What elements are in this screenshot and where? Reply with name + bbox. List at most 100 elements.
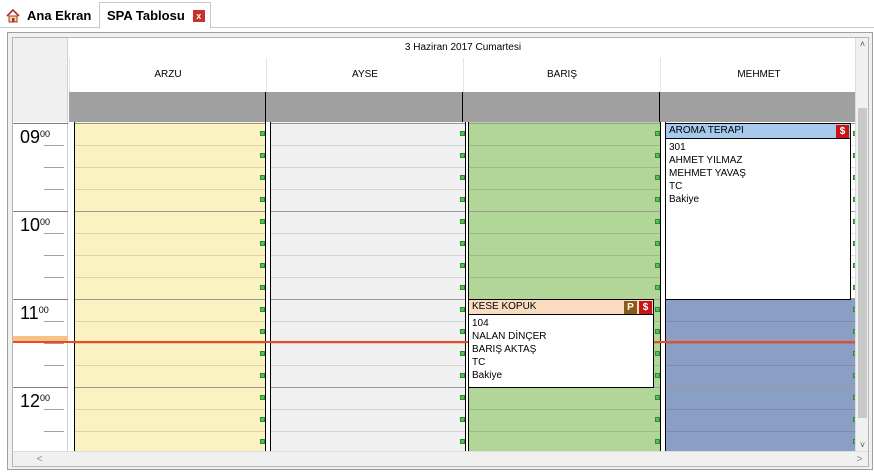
slot-available-indicator[interactable] bbox=[460, 197, 465, 202]
slot-available-indicator[interactable] bbox=[460, 263, 465, 268]
slot-available-indicator[interactable] bbox=[655, 439, 660, 444]
all-day-area-arzu[interactable] bbox=[69, 92, 266, 122]
horizontal-scrollbar[interactable]: < > bbox=[13, 451, 868, 466]
slot-available-indicator[interactable] bbox=[460, 351, 465, 356]
slot-available-indicator[interactable] bbox=[655, 153, 660, 158]
slot-line bbox=[75, 299, 265, 300]
slot-available-indicator[interactable] bbox=[260, 197, 265, 202]
close-tab-icon[interactable]: x bbox=[192, 9, 205, 22]
scroll-left-icon[interactable]: < bbox=[33, 453, 46, 466]
slot-available-indicator[interactable] bbox=[655, 373, 660, 378]
slot-available-indicator[interactable] bbox=[460, 395, 465, 400]
slot-available-indicator[interactable] bbox=[260, 153, 265, 158]
resource-header-mehmet[interactable]: MEHMET bbox=[660, 58, 857, 92]
slot-line bbox=[75, 277, 265, 278]
scroll-right-icon[interactable]: > bbox=[853, 453, 866, 466]
slot-line bbox=[75, 321, 265, 322]
date-title: 3 Haziran 2017 Cumartesi bbox=[404, 42, 522, 53]
slot-line bbox=[271, 255, 465, 256]
resource-header-ayse[interactable]: AYSE bbox=[266, 58, 463, 92]
tab-spa-tablosu-label: SPA Tablosu bbox=[107, 8, 185, 23]
header-corner bbox=[13, 38, 68, 122]
minute-label: 00 bbox=[40, 393, 51, 403]
quarter-tick bbox=[44, 321, 64, 322]
slot-line bbox=[75, 211, 265, 212]
slot-available-indicator[interactable] bbox=[460, 131, 465, 136]
slot-available-indicator[interactable] bbox=[460, 417, 465, 422]
hour-number: 12 bbox=[20, 391, 41, 411]
minute-label: 00 bbox=[40, 217, 51, 227]
all-day-area-baris[interactable] bbox=[463, 92, 660, 122]
quarter-tick bbox=[44, 431, 64, 432]
slot-available-indicator[interactable] bbox=[655, 307, 660, 312]
vertical-scrollbar[interactable]: ˄ ˅ bbox=[855, 38, 868, 452]
current-time-line bbox=[13, 341, 859, 343]
slot-available-indicator[interactable] bbox=[260, 241, 265, 246]
slot-line bbox=[666, 387, 858, 388]
slot-available-indicator[interactable] bbox=[655, 197, 660, 202]
resource-column-ayse[interactable] bbox=[270, 122, 466, 466]
payment-dollar-icon[interactable]: $ bbox=[639, 301, 652, 314]
vertical-scroll-thumb[interactable] bbox=[858, 108, 867, 418]
quarter-tick bbox=[44, 409, 64, 410]
payment-dollar-icon[interactable]: $ bbox=[836, 125, 849, 138]
slot-available-indicator[interactable] bbox=[655, 395, 660, 400]
package-p-icon[interactable]: P bbox=[624, 301, 637, 314]
hour-number: 11 bbox=[20, 303, 39, 323]
slot-available-indicator[interactable] bbox=[460, 241, 465, 246]
slot-available-indicator[interactable] bbox=[655, 285, 660, 290]
slot-line bbox=[469, 123, 660, 124]
all-day-area-mehmet[interactable] bbox=[660, 92, 857, 122]
slot-available-indicator[interactable] bbox=[460, 329, 465, 334]
slot-available-indicator[interactable] bbox=[460, 219, 465, 224]
slot-available-indicator[interactable] bbox=[460, 439, 465, 444]
resource-header-arzu[interactable]: ARZU bbox=[69, 58, 266, 92]
slot-available-indicator[interactable] bbox=[655, 417, 660, 422]
scroll-up-icon[interactable]: ˄ bbox=[856, 38, 868, 51]
slot-available-indicator[interactable] bbox=[655, 241, 660, 246]
slot-line bbox=[75, 409, 265, 410]
slot-available-indicator[interactable] bbox=[655, 329, 660, 334]
resource-column-arzu[interactable] bbox=[74, 122, 266, 466]
slot-line bbox=[469, 145, 660, 146]
slot-available-indicator[interactable] bbox=[260, 131, 265, 136]
slot-available-indicator[interactable] bbox=[460, 153, 465, 158]
slot-line bbox=[271, 343, 465, 344]
slot-available-indicator[interactable] bbox=[260, 417, 265, 422]
slot-available-indicator[interactable] bbox=[260, 351, 265, 356]
slot-available-indicator[interactable] bbox=[655, 175, 660, 180]
slot-available-indicator[interactable] bbox=[460, 285, 465, 290]
slot-available-indicator[interactable] bbox=[260, 395, 265, 400]
slot-line bbox=[75, 365, 265, 366]
slot-available-indicator[interactable] bbox=[260, 263, 265, 268]
slot-line bbox=[469, 167, 660, 168]
tab-spa-tablosu[interactable]: SPA Tablosu x bbox=[99, 2, 211, 29]
slot-available-indicator[interactable] bbox=[460, 175, 465, 180]
appointment-body: 104 NALAN DİNÇER BARIŞ AKTAŞ TC Bakiye bbox=[469, 315, 653, 384]
slot-line bbox=[75, 123, 265, 124]
slot-available-indicator[interactable] bbox=[260, 373, 265, 378]
slot-available-indicator[interactable] bbox=[260, 285, 265, 290]
all-day-area-ayse[interactable] bbox=[266, 92, 463, 122]
appointment-customer: AHMET YILMAZ bbox=[669, 155, 743, 166]
slot-available-indicator[interactable] bbox=[260, 329, 265, 334]
minute-label: 00 bbox=[40, 129, 51, 139]
slot-line bbox=[271, 277, 465, 278]
resource-column-baris[interactable] bbox=[468, 122, 661, 466]
slot-available-indicator[interactable] bbox=[460, 373, 465, 378]
slot-line bbox=[666, 409, 858, 410]
appointment-kese-kopuk[interactable]: KESE KOPUK P $ 104 NALAN DİNÇER BARIŞ AK… bbox=[468, 299, 654, 388]
slot-available-indicator[interactable] bbox=[260, 219, 265, 224]
slot-line bbox=[469, 255, 660, 256]
slot-available-indicator[interactable] bbox=[260, 175, 265, 180]
slot-available-indicator[interactable] bbox=[260, 307, 265, 312]
slot-available-indicator[interactable] bbox=[460, 307, 465, 312]
slot-available-indicator[interactable] bbox=[655, 263, 660, 268]
slot-available-indicator[interactable] bbox=[260, 439, 265, 444]
resource-header-baris[interactable]: BARIŞ bbox=[463, 58, 660, 92]
slot-available-indicator[interactable] bbox=[655, 351, 660, 356]
tab-ana-ekran[interactable]: Ana Ekran bbox=[5, 3, 99, 28]
slot-available-indicator[interactable] bbox=[655, 131, 660, 136]
slot-available-indicator[interactable] bbox=[655, 219, 660, 224]
appointment-aroma-terapi[interactable]: AROMA TERAPI $ 301 AHMET YILMAZ MEHMET Y… bbox=[665, 123, 851, 300]
